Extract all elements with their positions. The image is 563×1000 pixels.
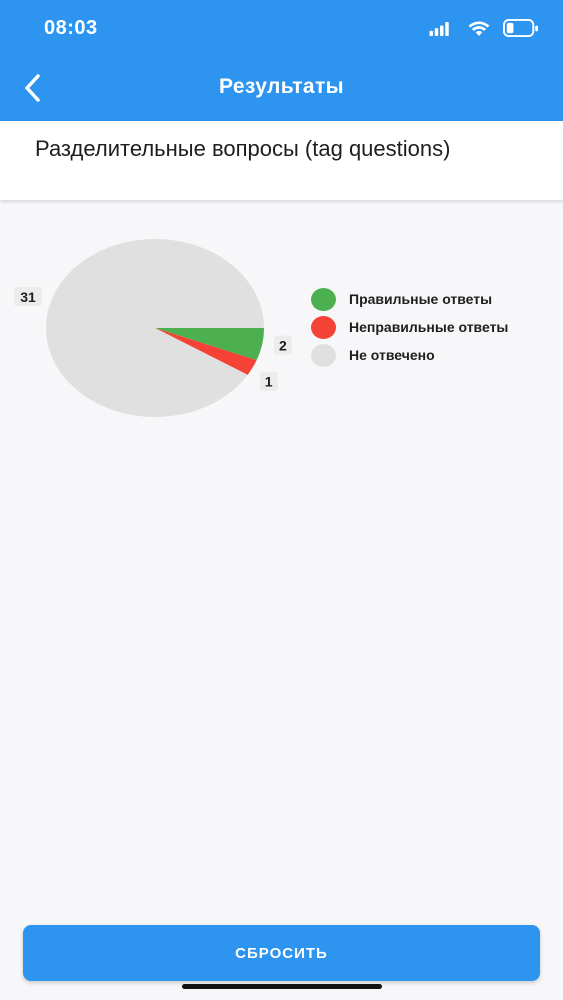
cellular-signal-icon <box>429 22 449 36</box>
legend-swatch <box>311 288 336 311</box>
battery-icon <box>503 19 539 38</box>
legend-item: Не отвечено <box>311 344 541 372</box>
home-indicator <box>182 984 382 989</box>
legend-swatch <box>311 316 336 339</box>
pie-slice <box>46 239 265 417</box>
legend-swatch <box>311 344 336 367</box>
topic-title: Разделительные вопросы (tag questions) <box>35 136 451 161</box>
wifi-icon <box>468 21 490 37</box>
chart-legend: Правильные ответы Неправильные ответы Не о… <box>311 288 541 372</box>
status-bar: 08:03 <box>0 0 563 58</box>
legend-label: Правильные ответы <box>349 291 493 307</box>
pie-value-label: 2 <box>273 335 292 355</box>
legend-label: Неправильные ответы <box>349 319 509 335</box>
legend-label: Не отвечено <box>349 347 435 363</box>
pie-value-label: 1 <box>259 371 278 391</box>
reset-button[interactable]: СБРОСИТЬ <box>23 925 540 981</box>
page-title: Результаты <box>218 75 345 98</box>
legend-item: Правильные ответы <box>311 288 541 316</box>
svg-text:1: 1 <box>265 374 273 390</box>
results-chart: 2 1 31 Правильные ответы Неправильные ответ… <box>0 220 563 440</box>
app-header: 08:03 Результаты <box>0 0 563 121</box>
topic-card: Разделительные вопросы (tag questions) <box>0 121 563 200</box>
svg-text:31: 31 <box>20 289 36 305</box>
svg-text:2: 2 <box>279 338 287 354</box>
pie-value-label: 31 <box>14 287 42 306</box>
status-time: 08:03 <box>44 17 98 39</box>
legend-item: Неправильные ответы <box>311 316 541 344</box>
